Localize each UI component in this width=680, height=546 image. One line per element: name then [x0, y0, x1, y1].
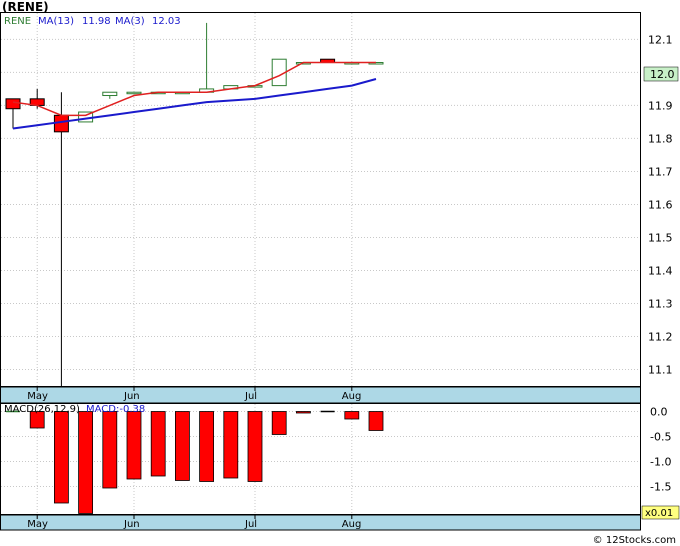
- price-y-tick-label: 12.1: [648, 33, 673, 46]
- price-y-tick-label: 11.9: [648, 99, 673, 112]
- macd-bar: [199, 411, 215, 482]
- macd-x-tick-label: Jul: [244, 519, 257, 530]
- macd-x-tick-label: May: [27, 519, 48, 530]
- macd-bar: [295, 411, 311, 414]
- price-y-tick-label: 11.1: [648, 363, 673, 376]
- macd-bar: [78, 411, 93, 514]
- macd-bar: [344, 411, 360, 420]
- price-panel: [0, 12, 641, 387]
- legend-ma13-label: MA(13): [38, 16, 74, 27]
- price-x-tick-label: Jun: [123, 391, 140, 402]
- candle-body: [126, 91, 142, 95]
- macd-y-tick-label: 0.0: [650, 406, 668, 419]
- macd-y-axis: 0.0 -0.5 -1.0 -1.5: [650, 406, 671, 494]
- macd-panel: [0, 403, 641, 515]
- macd-x-tick-label: Jun: [123, 519, 140, 530]
- price-y-axis: 12.1 12.0 11.9 11.8 11.7 11.6 11.5 11.4 11.3 11.2…: [648, 33, 673, 376]
- macd-bar: [102, 411, 118, 489]
- stock-chart: 12.1 12.0 11.9 11.8 11.7 11.6 11.5 11.4 11.3 11.2…: [0, 12, 680, 531]
- price-y-tick-label: 11.6: [648, 198, 673, 211]
- macd-bar: [271, 411, 287, 435]
- macd-bar: [174, 411, 190, 481]
- macd-y-tick-label: -1.0: [650, 456, 671, 469]
- macd-legend-value: MACD:-0.38: [86, 404, 145, 415]
- price-y-tick-label: 11.4: [648, 264, 673, 277]
- legend-ticker: RENE: [4, 16, 31, 27]
- macd-x-axis-band: [0, 514, 641, 531]
- price-y-tick-label: 11.3: [648, 297, 673, 310]
- macd-bar: [368, 411, 384, 431]
- price-y-tick-label: 11.8: [648, 132, 673, 145]
- price-x-tick-label: Aug: [342, 391, 362, 402]
- legend-ma3-value: 12.03: [152, 16, 181, 27]
- price-y-tick-label: 11.5: [648, 231, 673, 244]
- macd-bar: [247, 411, 263, 482]
- footer-credit: © 12Stocks.com: [592, 535, 676, 546]
- legend-ma13-value: 11.98: [82, 16, 111, 27]
- price-y-tick-label: 11.2: [648, 330, 673, 343]
- candle-body: [102, 91, 118, 97]
- macd-bar: [126, 411, 142, 480]
- macd-legend-label: MACD(26,12,9): [4, 404, 80, 415]
- last-price-label: 12.0: [650, 68, 675, 81]
- candle-body: [5, 98, 21, 110]
- price-x-tick-label: May: [27, 391, 48, 402]
- macd-y-tick-label: -1.5: [650, 481, 671, 494]
- price-x-axis-band: [0, 386, 641, 404]
- macd-x-tick-label: Aug: [342, 519, 362, 530]
- macd-bar: [223, 411, 239, 479]
- macd-bar: [54, 411, 69, 504]
- price-x-tick-label: Jul: [244, 391, 257, 402]
- legend-ma3-label: MA(3): [115, 16, 145, 27]
- macd-y-tick-label: -0.5: [650, 431, 671, 444]
- macd-scale-label: x0.01: [645, 508, 673, 519]
- price-y-tick-label: 11.7: [648, 165, 673, 178]
- macd-bar: [150, 411, 166, 477]
